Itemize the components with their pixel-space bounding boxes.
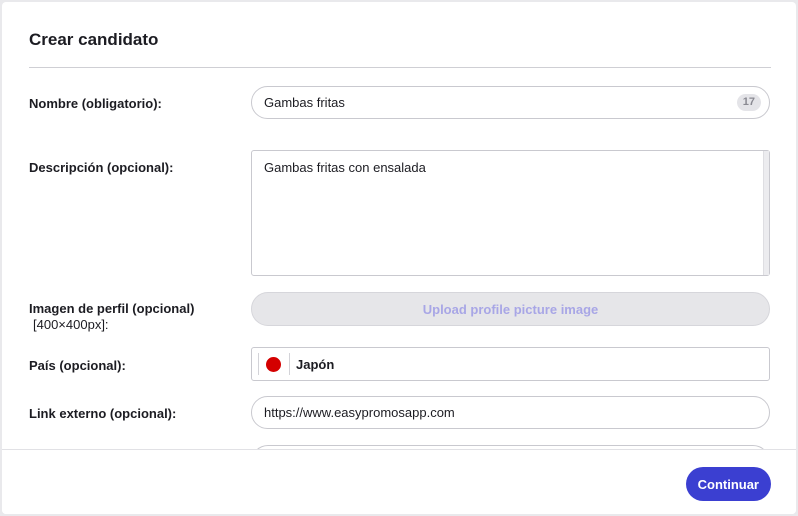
japan-flag-icon: [266, 357, 281, 372]
profile-image-label: Imagen de perfil (opcional) [400×400px]:: [29, 301, 194, 333]
description-field[interactable]: Gambas fritas con ensalada: [251, 150, 770, 276]
modal-header: Crear candidato: [29, 30, 771, 68]
external-link-label: Link externo (opcional):: [29, 406, 177, 421]
country-select[interactable]: Japón: [251, 347, 770, 381]
profile-image-label-text: Imagen de perfil (opcional): [29, 301, 195, 316]
external-link-field[interactable]: [251, 396, 770, 429]
country-select-divider: [289, 353, 290, 375]
country-select-divider: [258, 353, 259, 375]
profile-image-size-hint: [400×400px]:: [33, 317, 109, 332]
description-scrollbar[interactable]: [763, 151, 769, 275]
name-input[interactable]: [264, 87, 704, 118]
country-label: País (opcional):: [29, 358, 126, 373]
description-label: Descripción (opcional):: [29, 160, 174, 175]
external-link-input[interactable]: [264, 397, 704, 428]
name-char-counter: 17: [736, 94, 761, 111]
create-candidate-modal: Crear candidato Nombre (obligatorio): 17…: [2, 2, 796, 514]
modal-footer: Continuar: [2, 449, 796, 514]
country-selected-value: Japón: [296, 357, 335, 372]
name-label: Nombre (obligatorio):: [29, 96, 162, 111]
upload-profile-picture-button[interactable]: Upload profile picture image: [251, 292, 770, 326]
description-textarea[interactable]: Gambas fritas con ensalada: [264, 160, 760, 268]
continue-button[interactable]: Continuar: [685, 467, 771, 501]
modal-title: Crear candidato: [29, 30, 159, 49]
name-field[interactable]: 17: [251, 86, 770, 119]
